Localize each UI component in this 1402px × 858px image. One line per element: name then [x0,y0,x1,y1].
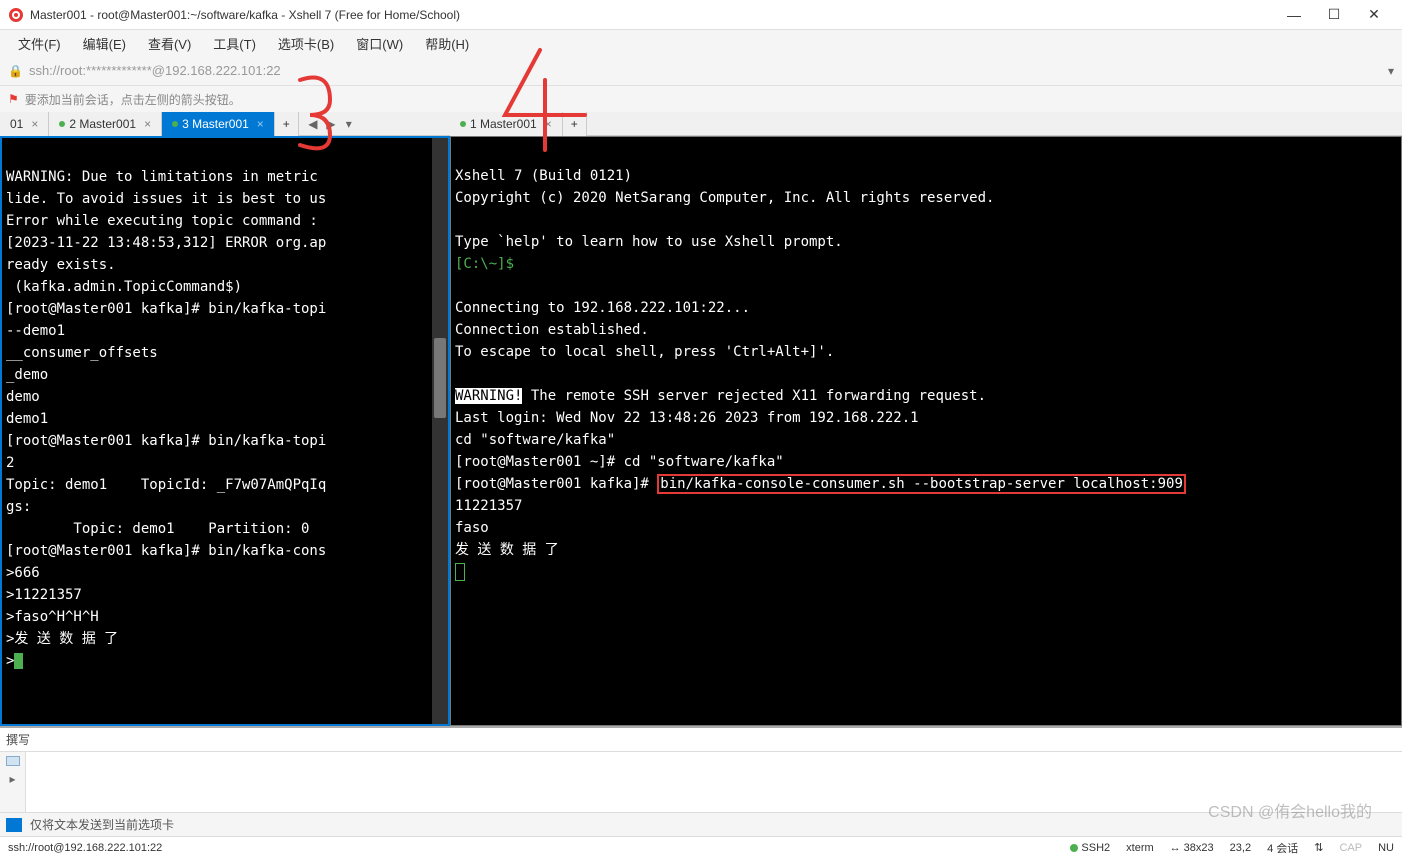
right-tab-0[interactable]: 1 Master001 × [450,112,563,136]
close-icon[interactable]: × [144,117,151,131]
right-terminal[interactable]: Xshell 7 (Build 0121) Copyright (c) 2020… [450,136,1402,726]
menu-tools[interactable]: 工具(T) [203,31,266,56]
status-position: 23,2 [1230,842,1251,854]
tabnav-next-icon[interactable]: ▶ [323,117,339,131]
tabnav-prev-icon[interactable]: ◀ [305,117,321,131]
left-tab-1[interactable]: 2 Master001 × [49,112,162,136]
close-icon[interactable]: × [545,117,552,131]
tab-label: 01 [10,117,23,131]
left-tab-2[interactable]: 3 Master001 × [162,112,275,136]
highlighted-command: bin/kafka-console-consumer.sh --bootstra… [657,474,1186,494]
address-dropdown-icon[interactable]: ▾ [1388,64,1394,78]
status-cap: CAP [1339,842,1362,854]
resize-icon: ↔ [1170,842,1181,854]
status-protocol: SSH2 [1081,842,1110,854]
status-connection: ssh://root@192.168.222.101:22 [8,842,1054,854]
compose-input[interactable] [26,752,1402,812]
compose-footer-text: 仅将文本发送到当前选项卡 [30,816,174,833]
compose-label: 撰写 [0,728,1402,752]
status-bar: ssh://root@192.168.222.101:22 SSH2 xterm… [0,836,1402,858]
status-dot-icon [460,121,466,127]
status-dot-icon [172,121,178,127]
menu-tabs[interactable]: 选项卡(B) [268,31,344,56]
left-tab-0[interactable]: 01 × [0,112,49,136]
minimize-button[interactable]: — [1274,1,1314,29]
cursor [14,653,22,669]
hint-text: 要添加当前会话，点击左侧的箭头按钮。 [25,91,241,108]
menu-view[interactable]: 查看(V) [138,31,201,56]
tab-label: 3 Master001 [182,117,249,131]
tab-label: 1 Master001 [470,117,537,131]
status-dot-icon [59,121,65,127]
status-num: NU [1378,842,1394,854]
right-tabbar: 1 Master001 × + [450,112,1402,136]
right-tab-add[interactable]: + [563,112,587,136]
maximize-button[interactable]: ☐ [1314,1,1354,29]
close-button[interactable]: ✕ [1354,1,1394,29]
app-icon [8,7,24,23]
left-tab-add[interactable]: + [275,112,299,136]
status-sessions: 4 会话 [1267,840,1298,856]
tabnav-list-icon[interactable]: ▾ [341,117,357,131]
menu-help[interactable]: 帮助(H) [415,31,479,56]
menu-file[interactable]: 文件(F) [8,31,71,56]
left-tabbar: 01 × 2 Master001 × 3 Master001 × + ◀ ▶ ▾ [0,112,450,136]
flag-icon: ⚑ [8,92,19,106]
status-term: xterm [1126,842,1154,854]
compose-window-icon[interactable] [6,756,20,766]
window-title: Master001 - root@Master001:~/software/ka… [30,8,1274,22]
close-icon[interactable]: × [257,117,264,131]
status-size: 38x23 [1184,842,1214,854]
tab-label: 2 Master001 [69,117,136,131]
menu-bar: 文件(F) 编辑(E) 查看(V) 工具(T) 选项卡(B) 窗口(W) 帮助(… [0,30,1402,56]
cursor [455,563,465,581]
menu-window[interactable]: 窗口(W) [346,31,413,56]
lock-icon: 🔒 [8,64,23,78]
address-url[interactable]: ssh://root:*************@192.168.222.101… [29,63,1388,78]
compose-panel: 撰写 ▸ 仅将文本发送到当前选项卡 [0,726,1402,836]
compose-dropdown-icon[interactable]: ▸ [9,772,15,786]
close-icon[interactable]: × [31,117,38,131]
menu-edit[interactable]: 编辑(E) [73,31,136,56]
arrows-icon: ⇅ [1314,841,1323,854]
status-dot-icon [1070,844,1078,852]
left-terminal[interactable]: WARNING: Due to limitations in metric li… [0,136,450,726]
send-target-icon[interactable] [6,818,22,832]
scrollbar[interactable] [432,138,448,724]
